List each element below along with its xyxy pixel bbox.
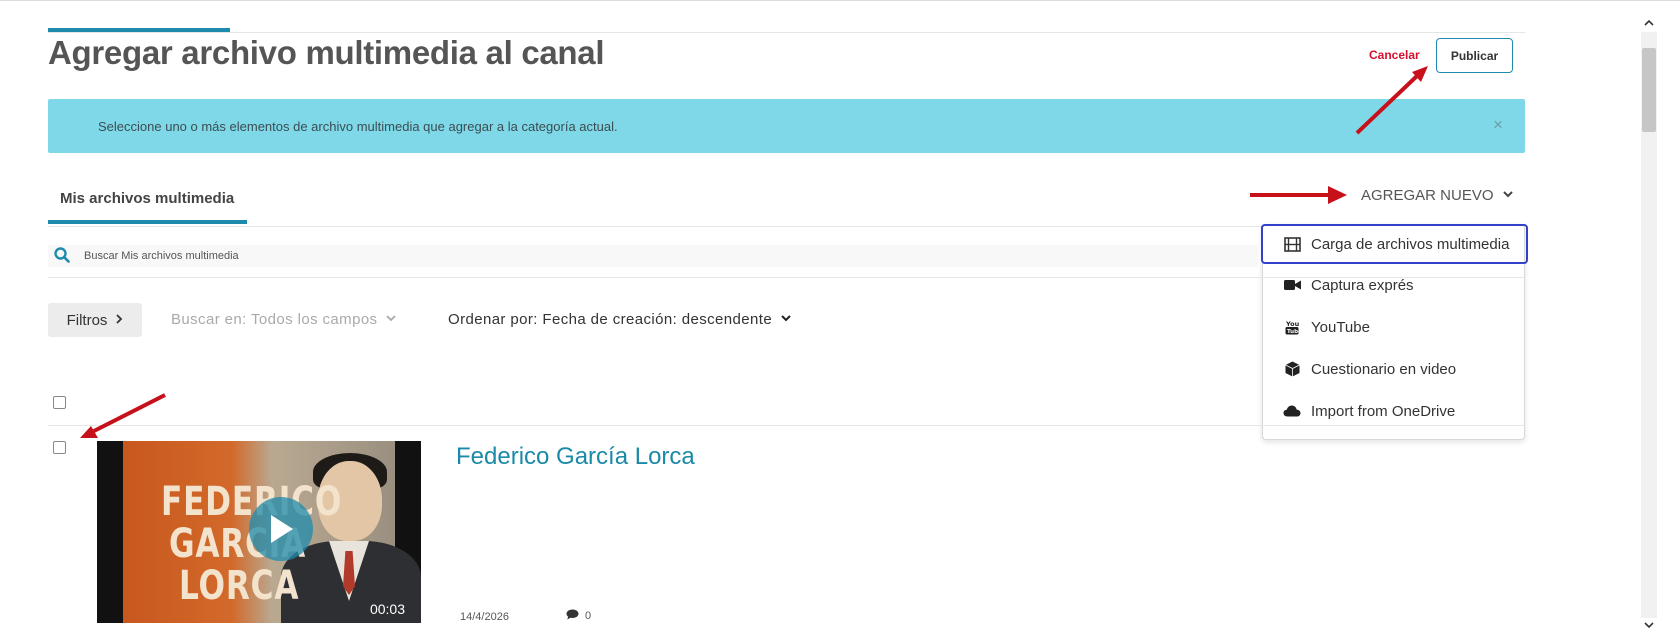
- entry-title-link[interactable]: Federico García Lorca: [456, 443, 695, 471]
- search-divider: [48, 277, 1525, 278]
- list-divider: [48, 425, 1525, 426]
- filters-label: Filtros: [66, 311, 108, 329]
- search-bar: [48, 245, 1258, 267]
- entry-date: 14/4/2026: [460, 611, 509, 623]
- search-icon[interactable]: [54, 247, 72, 265]
- sort-label: Ordenar por: Fecha de creación: descende…: [448, 311, 773, 328]
- thumbnail-image: FEDERICO GARCIA LORCA: [123, 441, 421, 623]
- menu-item-youtube[interactable]: YouTube YouTube: [1263, 307, 1524, 347]
- menu-item-express-capture[interactable]: Captura exprés: [1263, 265, 1524, 305]
- info-banner-message: Seleccione uno o más elementos de archiv…: [98, 119, 618, 134]
- top-border: [0, 0, 1680, 1]
- video-camera-icon: [1283, 276, 1301, 294]
- entry-thumbnail[interactable]: FEDERICO GARCIA LORCA 00:03: [97, 441, 421, 623]
- chevron-down-icon: [385, 311, 397, 328]
- add-new-menu: Carga de archivos multimedia Captura exp…: [1261, 224, 1528, 440]
- tab-my-media[interactable]: Mis archivos multimedia: [48, 182, 247, 224]
- thumbnail-text: LORCA: [179, 563, 300, 609]
- menu-item-label: Cuestionario en video: [1311, 360, 1457, 378]
- svg-text:You: You: [1285, 320, 1299, 328]
- film-icon: [1283, 235, 1301, 253]
- scroll-up-icon[interactable]: [1641, 16, 1657, 30]
- comment-icon: [566, 609, 579, 623]
- chevron-right-icon: [115, 312, 123, 329]
- cancel-link[interactable]: Cancelar: [1369, 48, 1420, 62]
- search-input[interactable]: [82, 249, 1186, 263]
- publish-button[interactable]: Publicar: [1436, 38, 1513, 73]
- entry-duration: 00:03: [369, 601, 405, 617]
- title-divider: [48, 32, 1525, 33]
- add-new-button[interactable]: AGREGAR NUEVO: [1361, 187, 1514, 204]
- menu-item-label: YouTube: [1311, 318, 1370, 336]
- filters-button[interactable]: Filtros: [48, 303, 142, 337]
- chevron-down-icon: [780, 311, 792, 328]
- menu-item-media-upload[interactable]: Carga de archivos multimedia: [1261, 224, 1528, 264]
- entry-checkbox[interactable]: [53, 441, 66, 454]
- entry-comments: 0: [566, 609, 591, 623]
- add-new-label: AGREGAR NUEVO: [1361, 187, 1494, 204]
- search-in-label: Buscar en: Todos los campos: [171, 311, 378, 328]
- menu-item-label: Import from OneDrive: [1311, 402, 1456, 420]
- search-in-dropdown[interactable]: Buscar en: Todos los campos: [171, 311, 397, 328]
- svg-text:Tube: Tube: [1287, 329, 1299, 335]
- annotation-arrow-checkbox: [80, 393, 166, 438]
- info-banner: Seleccione uno o más elementos de archiv…: [48, 99, 1525, 153]
- scrollbar-thumb[interactable]: [1642, 48, 1656, 132]
- play-icon[interactable]: [249, 497, 313, 561]
- cube-icon: [1283, 360, 1301, 378]
- youtube-icon: YouTube: [1283, 318, 1301, 336]
- cloud-icon: [1283, 402, 1301, 420]
- menu-item-video-quiz[interactable]: Cuestionario en video: [1263, 349, 1524, 389]
- annotation-arrow-add-new: [1250, 186, 1347, 204]
- select-all-checkbox[interactable]: [53, 396, 66, 409]
- comment-count: 0: [585, 610, 592, 622]
- menu-item-label: Carga de archivos multimedia: [1311, 235, 1510, 253]
- page-title: Agregar archivo multimedia al canal: [48, 34, 605, 71]
- menu-item-label: Captura exprés: [1311, 276, 1414, 294]
- scroll-down-icon[interactable]: [1641, 618, 1657, 632]
- chevron-down-icon: [1502, 187, 1514, 204]
- close-icon[interactable]: ×: [1493, 115, 1503, 135]
- sort-dropdown[interactable]: Ordenar por: Fecha de creación: descende…: [448, 311, 792, 328]
